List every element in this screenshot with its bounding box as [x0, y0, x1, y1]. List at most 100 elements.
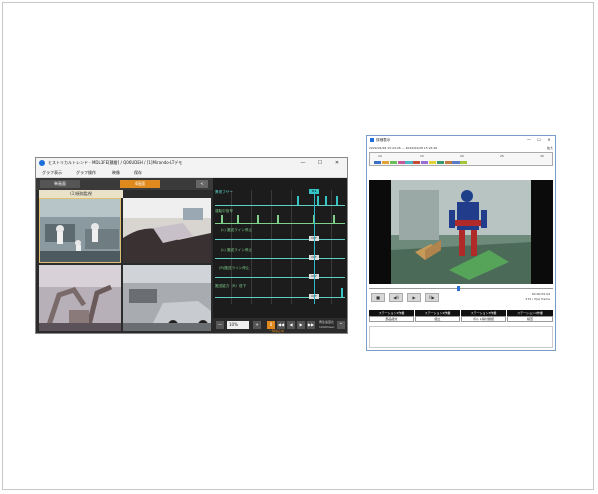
table-cell[interactable]: 部品組付 [369, 316, 414, 322]
zoom-in-button[interactable]: + [253, 321, 261, 329]
step-back-button[interactable]: ◀ [287, 321, 295, 329]
process-table: ステーション1作業 ステーション2作業 ステーション3作業 ステーション4作業 … [369, 310, 553, 324]
timeline-tick: 10 [378, 154, 382, 158]
date-range: 2022/04/28 15:24:26 — 2022/04/28 15:24:2… [369, 146, 438, 150]
timeline-tick: 25 [500, 154, 504, 158]
worker-scene-image [369, 180, 553, 284]
pause-button[interactable]: II [267, 321, 275, 329]
signal-pulse [257, 215, 259, 223]
rewind-button[interactable]: ◀◀ [277, 321, 285, 329]
signal-pulse [336, 196, 338, 205]
closeup-scene-image [123, 198, 211, 263]
timeline-segment [436, 161, 444, 164]
menu-bar: グラフ表示 グラフ操作 映像 保存 [36, 168, 347, 178]
view-toolbar: 単画面 4画面 < [36, 178, 213, 190]
timeline-segment [389, 161, 397, 164]
app-icon [370, 138, 374, 142]
table-cell[interactable]: 組立 [415, 316, 460, 322]
single-view-button[interactable]: 単画面 [40, 180, 80, 188]
multi-view-button[interactable]: 4画面 [120, 180, 160, 188]
speed-label: 再生速度比 [319, 320, 335, 324]
historical-trend-window: ヒストリカルトレンド - MDL3FE[積層] / Q06UDEH / [1]M… [35, 157, 348, 334]
timeline-segment [397, 161, 405, 164]
app-icon [39, 160, 45, 166]
timeline-segment [381, 161, 390, 164]
detail-area [369, 326, 553, 348]
step-forward-button[interactable]: ▶ [297, 321, 305, 329]
signal-pulse [277, 215, 279, 223]
grid-line [331, 190, 332, 304]
timeline-tick: 30 [540, 154, 544, 158]
fast-forward-button[interactable]: ▶▶ [307, 321, 315, 329]
status-label: 一時停止中 [269, 329, 285, 333]
camera-feed-3[interactable] [39, 265, 121, 331]
menu-graph-display[interactable]: グラフ表示 [42, 168, 62, 177]
signal-label-3: (L) 搬送ライン停止 [221, 228, 253, 232]
scroll-up-button[interactable]: ^ [337, 321, 345, 329]
timeline-segment [444, 161, 452, 164]
grid-line [251, 190, 252, 304]
signal-pulse [237, 215, 239, 223]
chevron-left-icon: < [200, 181, 204, 186]
signal-trend-panel[interactable]: 異常ブザー ON 運転中信号 (L) 搬送ライン停止 OFF (L) 搬送ライン… [213, 178, 347, 333]
menu-save[interactable]: 保存 [134, 168, 142, 177]
table-cell[interactable]: 検査 [507, 316, 553, 322]
maximize-button[interactable]: ☐ [535, 136, 543, 144]
video-player[interactable] [369, 180, 553, 284]
detail-view-window: 詳細表示 — ☐ ✕ 2022/04/28 15:24:26 — 2022/04… [366, 135, 556, 351]
seek-bar[interactable] [369, 286, 553, 291]
signal-pulse [333, 215, 335, 223]
camera-label: (1)焼鈍監視 [39, 190, 123, 198]
player-controls: ■ ◀II ▶ II▶ 00:00:05.04 272 / 3(e) frame [369, 292, 553, 304]
timeline-tick: 20 [460, 154, 464, 158]
time-display: 00:00:05.04 [531, 292, 550, 296]
timeline-bar[interactable]: 10 15 20 25 30 [369, 152, 553, 166]
menu-graph-operation[interactable]: グラフ操作 [76, 168, 96, 177]
signal-baseline-5 [215, 277, 345, 278]
close-button[interactable]: ✕ [545, 136, 553, 144]
signal-label-1: 異常ブザー [215, 190, 233, 194]
play-button[interactable]: ▶ [407, 293, 421, 302]
frame-display: 272 / 3(e) frame [525, 297, 550, 301]
maximize-button[interactable]: ☐ [314, 158, 326, 168]
timeline-segment [405, 161, 413, 164]
signal-pulse [341, 288, 343, 297]
signal-label-5: (R)搬送ライン停止 [219, 266, 250, 270]
factory-scene-image [40, 199, 120, 262]
signal-baseline-1 [215, 205, 345, 206]
signal-baseline-6 [215, 297, 345, 298]
window-title: 詳細表示 [376, 138, 391, 142]
seek-handle[interactable] [457, 286, 460, 291]
timeline-segment [452, 161, 460, 164]
signal-baseline-4 [215, 258, 345, 259]
camera-feed-4[interactable] [123, 265, 211, 331]
signal-pulse [317, 196, 319, 205]
window-title: ヒストリカルトレンド - MDL3FE[積層] / Q06UDEH / [1]M… [48, 160, 183, 165]
zoom-select[interactable]: 10% [227, 321, 249, 329]
camera-feed-2[interactable] [123, 198, 211, 263]
seek-track [369, 288, 553, 289]
timeline-segment [413, 161, 421, 164]
menu-video[interactable]: 映像 [112, 168, 120, 177]
zoom-label[interactable]: 拡大 [547, 146, 553, 150]
zoom-out-button[interactable]: — [216, 321, 224, 329]
table-cell[interactable]: ボルト締付確認 [461, 316, 506, 322]
signal-pulse [297, 196, 299, 205]
stop-button[interactable]: ■ [371, 293, 385, 302]
step-forward-button[interactable]: II▶ [425, 293, 439, 302]
single-view-label: 単画面 [54, 181, 66, 186]
grid-line [271, 190, 272, 304]
signal-label-6: 搬送能力（R）低下 [215, 284, 247, 288]
minimize-button[interactable]: — [297, 158, 309, 168]
close-button[interactable]: ✕ [331, 158, 343, 168]
collapse-button[interactable]: < [196, 180, 208, 188]
step-back-button[interactable]: ◀II [389, 293, 403, 302]
time-cursor[interactable] [314, 190, 315, 304]
signal-baseline-3 [215, 239, 345, 240]
minimize-button[interactable]: — [525, 136, 533, 144]
timeline-tick: 15 [420, 154, 424, 158]
camera-feed-1[interactable] [39, 198, 121, 263]
title-bar: 詳細表示 — ☐ ✕ [367, 136, 555, 144]
car-line-scene-image [123, 265, 211, 331]
signal-pulse [325, 196, 327, 205]
